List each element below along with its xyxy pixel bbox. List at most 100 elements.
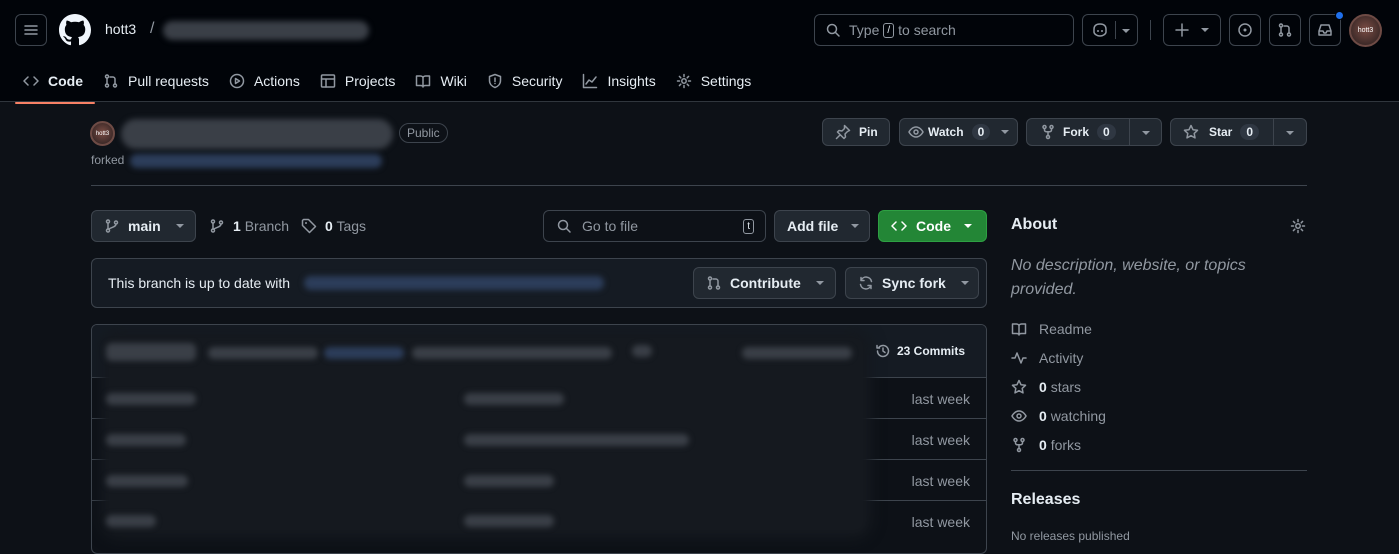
watching-link[interactable]: 0 watching: [1011, 408, 1106, 424]
contribute-button[interactable]: Contribute: [693, 267, 836, 299]
watch-label: Watch: [928, 125, 964, 139]
redacted-line: [106, 515, 156, 527]
issue-icon: [1238, 23, 1252, 37]
tab-label: Settings: [700, 72, 752, 89]
menu-button[interactable]: [15, 14, 47, 46]
tab-label: Code: [48, 72, 83, 89]
redacted-line: [742, 347, 852, 359]
plus-icon: [1175, 23, 1189, 37]
search-shortcut-key: /: [883, 22, 895, 38]
fork-button[interactable]: Fork 0: [1026, 118, 1162, 146]
book-icon: [1011, 323, 1027, 336]
fork-label: Fork: [1063, 125, 1090, 139]
star-button[interactable]: Star 0: [1170, 118, 1307, 146]
file-list: last week last week last week last week …: [91, 324, 987, 554]
redacted-line: [464, 515, 554, 527]
sync-status-text: This branch is up to date with: [108, 275, 291, 291]
chevron-down-icon: [1001, 130, 1010, 134]
watch-button[interactable]: Watch 0: [899, 118, 1018, 146]
tab-code[interactable]: Code: [15, 63, 95, 104]
path-separator: /: [150, 20, 155, 37]
chevron-down-icon: [1142, 131, 1150, 135]
forks-count: 0: [1039, 437, 1047, 453]
readme-label: Readme: [1039, 321, 1092, 337]
redacted-line: [208, 347, 318, 359]
issues-button[interactable]: [1229, 14, 1261, 46]
gear-icon: [676, 73, 691, 88]
upstream-link-redacted[interactable]: [304, 276, 604, 290]
user-avatar[interactable]: hott3: [1349, 14, 1382, 47]
chevron-down-icon: [1201, 28, 1209, 32]
star-count: 0: [1240, 124, 1260, 140]
code-icon: [891, 221, 907, 231]
fork-sync-status: This branch is up to date with Contribut…: [91, 258, 987, 308]
chevron-down-icon: [964, 224, 972, 228]
tab-security[interactable]: Security: [479, 63, 575, 99]
tags-link[interactable]: 0 Tags: [301, 218, 366, 234]
branch-word: Branch: [244, 218, 290, 234]
commits-count: 23 Commits: [897, 344, 966, 358]
redacted-line: [106, 343, 196, 361]
pull-requests-button[interactable]: [1269, 14, 1301, 46]
branch-selector[interactable]: main: [91, 210, 196, 242]
commits-link[interactable]: 23 Commits: [875, 343, 965, 359]
repo-header-divider: [91, 185, 1307, 186]
pin-icon: [835, 124, 851, 140]
create-new-button[interactable]: [1163, 14, 1221, 46]
fork-icon: [1013, 437, 1025, 453]
redacted-line: [464, 434, 689, 446]
repo-title-redacted: [121, 119, 393, 149]
tag-icon: [301, 218, 317, 234]
forks-link[interactable]: 0 forks: [1011, 437, 1081, 453]
row-time: last week: [911, 473, 970, 489]
owner-link[interactable]: hott3: [105, 21, 136, 37]
go-to-file-input[interactable]: Go to file t: [543, 210, 766, 242]
search-input[interactable]: Type / to search: [814, 14, 1074, 46]
code-button[interactable]: Code: [878, 210, 987, 242]
activity-link[interactable]: Activity: [1011, 350, 1083, 366]
tab-label: Insights: [607, 72, 656, 89]
star-label: Star: [1209, 125, 1233, 139]
fork-count: 0: [1097, 124, 1116, 140]
tab-actions[interactable]: Actions: [221, 63, 312, 99]
redacted-line: [464, 393, 564, 405]
row-time: last week: [911, 514, 970, 530]
add-file-button[interactable]: Add file: [774, 210, 870, 242]
readme-link[interactable]: Readme: [1011, 321, 1092, 337]
chevron-down-icon: [1122, 29, 1130, 33]
tab-label: Wiki: [440, 72, 467, 89]
branch-name: main: [128, 218, 161, 234]
branches-link[interactable]: 1 Branch: [209, 218, 289, 234]
global-header: hott3 / Type / to search hott3 Code Pull…: [0, 0, 1399, 104]
visibility-badge: Public: [399, 123, 448, 143]
search-suffix: to search: [898, 22, 956, 38]
sidebar-divider: [1011, 470, 1307, 471]
tab-pull-requests[interactable]: Pull requests: [95, 63, 221, 99]
repo-owner-avatar[interactable]: hott3: [90, 121, 115, 146]
forked-from-link-redacted[interactable]: [130, 154, 382, 168]
chevron-down-icon: [1286, 131, 1294, 135]
add-file-label: Add file: [787, 218, 839, 234]
repo-name-redacted[interactable]: [163, 21, 369, 40]
header-divider: [1150, 20, 1151, 40]
releases-heading[interactable]: Releases: [1011, 491, 1080, 509]
tab-insights[interactable]: Insights: [574, 63, 667, 99]
activity-label: Activity: [1039, 350, 1084, 366]
chevron-down-icon: [851, 224, 860, 228]
github-logo-icon[interactable]: [59, 14, 91, 46]
chevron-down-icon: [175, 224, 184, 228]
tab-projects[interactable]: Projects: [312, 63, 408, 99]
copilot-button[interactable]: [1082, 14, 1138, 46]
stars-link[interactable]: 0 stars: [1011, 379, 1081, 395]
watch-count: 0: [971, 124, 991, 140]
search-icon: [826, 23, 840, 37]
pin-button[interactable]: Pin: [822, 118, 890, 146]
tab-settings[interactable]: Settings: [668, 63, 764, 99]
sync-fork-button[interactable]: Sync fork: [845, 267, 979, 299]
about-settings-button[interactable]: [1290, 218, 1306, 234]
tab-wiki[interactable]: Wiki: [407, 63, 478, 99]
code-icon: [23, 75, 39, 86]
inbox-button[interactable]: [1309, 11, 1344, 46]
eye-icon: [1011, 410, 1027, 422]
inbox-icon: [1318, 24, 1332, 36]
